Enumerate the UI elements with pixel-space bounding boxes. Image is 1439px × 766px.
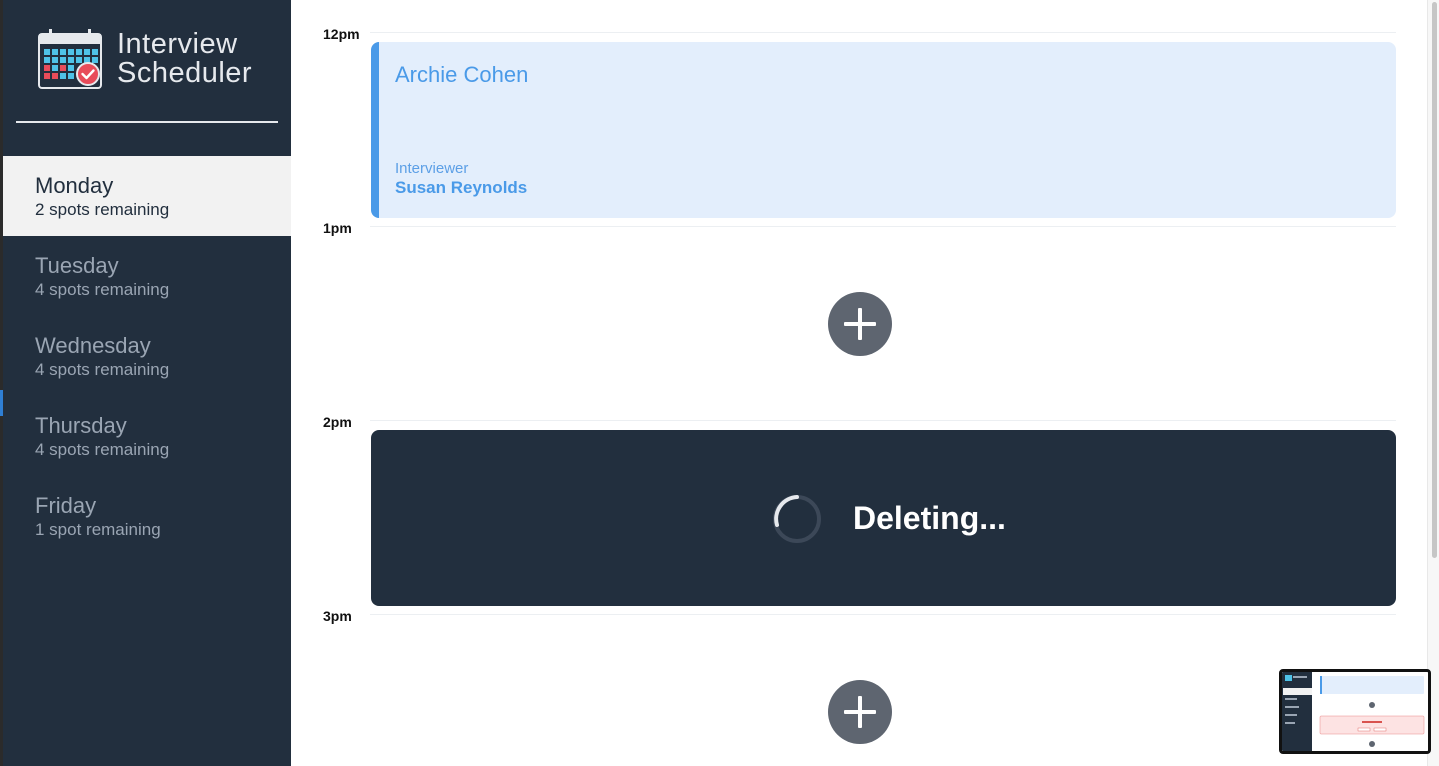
app-title-line2: Scheduler xyxy=(117,57,253,89)
day-spots: 4 spots remaining xyxy=(35,440,170,459)
hour-divider xyxy=(370,226,1396,227)
hour-label: 3pm xyxy=(323,608,352,624)
spinner-icon xyxy=(773,495,821,543)
day-spots: 4 spots remaining xyxy=(35,280,170,299)
day-spots: 4 spots remaining xyxy=(35,360,170,379)
hour-label: 2pm xyxy=(323,414,352,430)
add-appointment-button[interactable] xyxy=(828,680,892,744)
app-title: Interview Scheduler xyxy=(117,30,252,88)
day-spots: 2 spots remaining xyxy=(35,200,170,219)
interviewer-label: Interviewer xyxy=(395,160,469,177)
interviewer-name: Susan Reynolds xyxy=(395,178,528,197)
brand: Interview Scheduler xyxy=(37,28,252,90)
app-title-line1: Interview xyxy=(117,28,238,60)
day-item-monday[interactable]: Monday 2 spots remaining xyxy=(3,156,291,236)
schedule: 12pm Archie Cohen Interviewer Susan Reyn… xyxy=(291,0,1427,766)
plus-icon xyxy=(844,696,876,728)
day-item-friday[interactable]: Friday 1 spot remaining xyxy=(3,476,291,556)
sidebar: Interview Scheduler Monday 2 spots remai… xyxy=(0,0,291,766)
hour-divider xyxy=(370,32,1396,33)
status-card: Deleting... xyxy=(371,430,1396,606)
day-name: Thursday xyxy=(35,413,127,438)
calendar-icon xyxy=(38,29,102,89)
hour-divider xyxy=(370,614,1396,615)
screenshot-thumbnail[interactable] xyxy=(1279,669,1431,754)
hour-divider xyxy=(370,420,1396,421)
hour-label: 1pm xyxy=(323,220,352,236)
student-name: Archie Cohen xyxy=(395,62,529,87)
day-name: Friday xyxy=(35,493,97,518)
day-item-tuesday[interactable]: Tuesday 4 spots remaining xyxy=(3,236,291,316)
appointment-card[interactable]: Archie Cohen Interviewer Susan Reynolds xyxy=(371,42,1396,218)
hour-label: 12pm xyxy=(323,26,360,42)
day-name: Wednesday xyxy=(35,333,151,358)
day-name: Monday xyxy=(35,173,114,198)
add-appointment-button[interactable] xyxy=(828,292,892,356)
scrollbar-thumb[interactable] xyxy=(1432,2,1437,558)
thumbnail-image xyxy=(1282,672,1428,751)
day-list: Monday 2 spots remaining Tuesday 4 spots… xyxy=(3,156,291,556)
day-item-thursday[interactable]: Thursday 4 spots remaining xyxy=(3,396,291,476)
day-item-wednesday[interactable]: Wednesday 4 spots remaining xyxy=(3,316,291,396)
status-message: Deleting... xyxy=(853,500,1006,536)
sidebar-divider xyxy=(16,121,278,123)
day-spots: 1 spot remaining xyxy=(35,520,161,539)
plus-icon xyxy=(844,308,876,340)
day-name: Tuesday xyxy=(35,253,119,278)
